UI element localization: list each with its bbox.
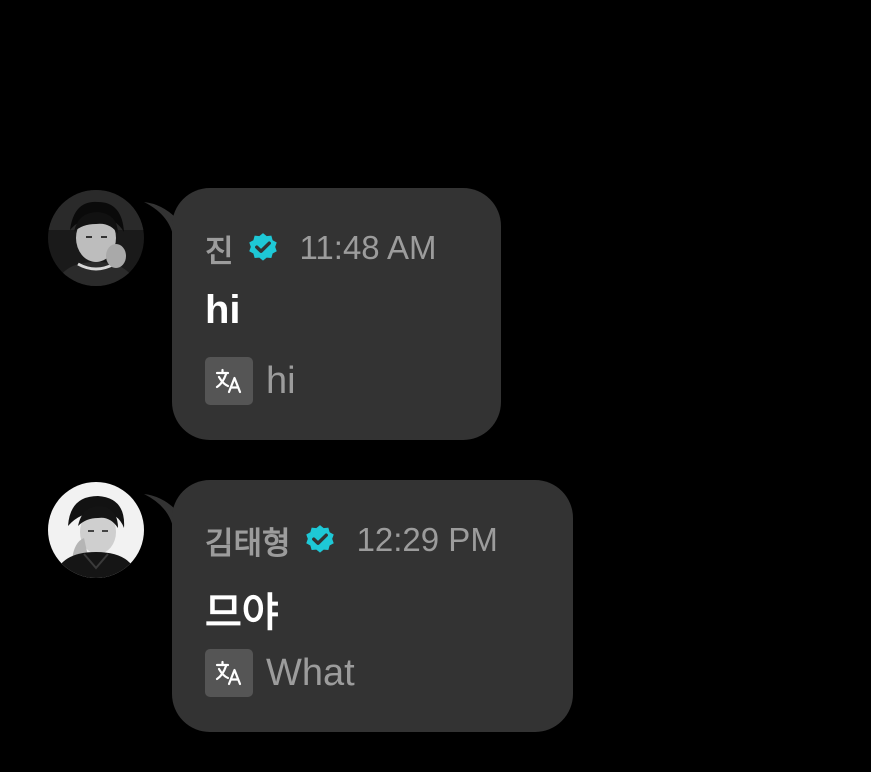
translate-icon[interactable]	[205, 649, 253, 697]
message-bubble[interactable]: 진 11:48 AM hi hi	[172, 188, 501, 440]
profile-photo-icon	[48, 482, 144, 578]
message-text: 므야	[205, 591, 279, 635]
message-timestamp: 11:48 AM	[299, 229, 437, 266]
translation-row: hi	[205, 357, 296, 405]
avatar[interactable]	[48, 190, 144, 286]
message-bubble[interactable]: 김태형 12:29 PM 므야 What	[172, 480, 573, 732]
translate-icon[interactable]	[205, 357, 253, 405]
translated-text: What	[266, 651, 355, 694]
sender-name[interactable]: 김태형	[205, 518, 291, 563]
avatar[interactable]	[48, 482, 144, 578]
chat-screen: 진 11:48 AM hi hi 김태형 12:29 PM 므야 What	[0, 0, 871, 772]
profile-photo-icon	[48, 190, 144, 286]
verified-badge-icon	[305, 525, 334, 553]
message-meta: 진 11:48 AM	[205, 226, 437, 271]
sender-name[interactable]: 진	[205, 226, 234, 271]
message-meta: 김태형 12:29 PM	[205, 518, 498, 563]
message-timestamp: 12:29 PM	[356, 521, 498, 558]
message-text: hi	[205, 288, 241, 332]
verified-badge-icon	[248, 233, 277, 261]
translated-text: hi	[266, 359, 296, 402]
translation-row: What	[205, 649, 355, 697]
